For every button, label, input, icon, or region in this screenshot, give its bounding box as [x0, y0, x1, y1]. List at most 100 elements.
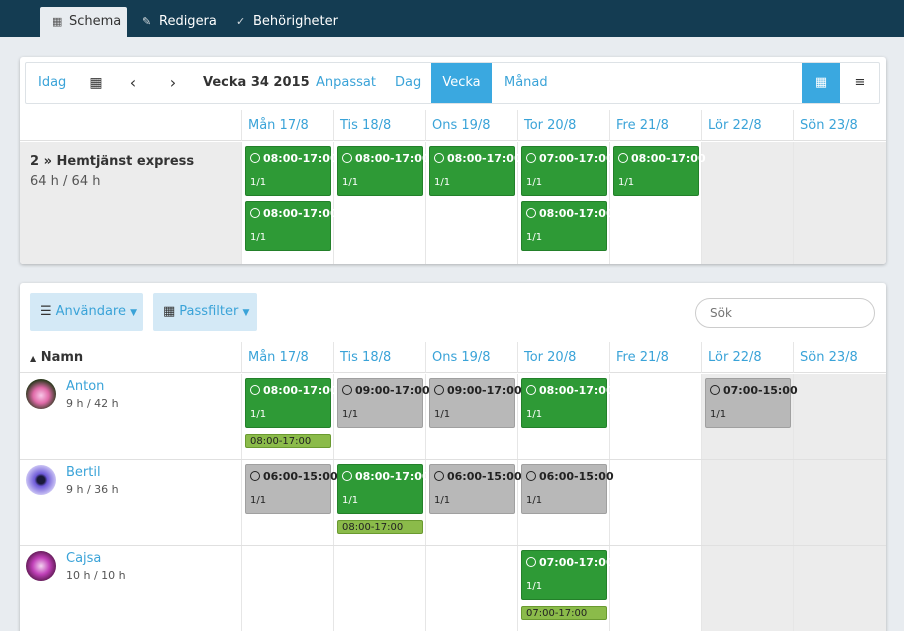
shift-card[interactable]: 06:00-15:00 1/1 [429, 464, 522, 514]
shift-time: 08:00-17:00 [434, 152, 522, 165]
grid-view-icon[interactable]: ▦ [802, 63, 840, 103]
shift-time: 09:00-17:00 [434, 384, 522, 397]
tab-behorigheter[interactable]: ✓ Behörigheter [224, 7, 344, 37]
shift-card[interactable]: 06:00-15:00 1/1 [245, 464, 338, 514]
group-row: 2 » Hemtjänst express 64 h / 64 h 08:00-… [20, 142, 886, 264]
day-header-row: Mån 17/8 Tis 18/8 Ons 19/8 Tor 20/8 Fre … [20, 110, 886, 141]
chevron-right-icon[interactable]: › [166, 63, 180, 103]
clock-icon [710, 385, 720, 395]
shift-time: 08:00-17:00 [526, 384, 614, 397]
shift-count: 1/1 [342, 177, 359, 188]
day-header: Tor 20/8 [517, 110, 609, 141]
users-filter-label: Användare [55, 304, 126, 319]
search-input[interactable] [695, 298, 875, 328]
assigned-shift-bar[interactable]: 08:00-17:00 [245, 434, 331, 448]
day-column [793, 374, 886, 631]
day-header: Tis 18/8 [333, 110, 425, 141]
week-label: Vecka 34 2015 [203, 75, 310, 90]
day-header: Tis 18/8 [333, 342, 425, 373]
shift-time: 08:00-17:00 [342, 152, 430, 165]
shift-filter-label: Passfilter [179, 304, 239, 319]
calendar-icon: ▦ [52, 15, 63, 28]
clock-icon [342, 385, 352, 395]
shift-count: 1/1 [250, 177, 267, 188]
shift-count: 1/1 [526, 581, 543, 592]
clock-icon [434, 385, 444, 395]
clock-icon [526, 153, 536, 163]
shift-time: 08:00-17:00 [250, 207, 338, 220]
shift-card[interactable]: 08:00-17:00 1/1 [337, 146, 430, 196]
calendar-toolbar: Idag ▦ ‹ › Vecka 34 2015 Anpassat Dag Ve… [25, 62, 880, 104]
shift-filter-button[interactable]: ▦ Passfilter ▼ [153, 293, 257, 331]
clock-icon [526, 208, 536, 218]
user-name[interactable]: Bertil [66, 465, 101, 480]
today-button[interactable]: Idag [38, 63, 66, 103]
shift-card[interactable]: 08:00-17:00 1/1 [245, 378, 338, 428]
shift-card[interactable]: 09:00-17:00 1/1 [337, 378, 430, 428]
assigned-shift-bar[interactable]: 07:00-17:00 [521, 606, 607, 620]
clock-icon [250, 471, 260, 481]
shift-time: 06:00-15:00 [526, 470, 614, 483]
shift-time: 09:00-17:00 [342, 384, 430, 397]
shift-count: 1/1 [342, 495, 359, 506]
view-vecka[interactable]: Vecka [431, 63, 492, 103]
shift-time: 08:00-17:00 [342, 470, 430, 483]
chevron-left-icon[interactable]: ‹ [126, 63, 140, 103]
shift-card[interactable]: 08:00-17:00 1/1 [337, 464, 430, 514]
shift-card[interactable]: 07:00-15:00 1/1 [705, 378, 798, 428]
avatar [26, 379, 56, 409]
shift-count: 1/1 [250, 495, 267, 506]
day-header: Lör 22/8 [701, 342, 793, 373]
shift-card[interactable]: 07:00-17:00 1/1 [521, 146, 614, 196]
group-schedule-panel: Idag ▦ ‹ › Vecka 34 2015 Anpassat Dag Ve… [20, 57, 886, 264]
clock-icon [250, 385, 260, 395]
shift-count: 1/1 [526, 177, 543, 188]
caret-down-icon: ▼ [242, 308, 250, 318]
users-filter-button[interactable]: ☰ Användare ▼ [30, 293, 143, 331]
caret-down-icon: ▼ [130, 308, 138, 318]
user-hours: 9 h / 36 h [66, 483, 119, 496]
clock-icon [618, 153, 628, 163]
assigned-shift-bar[interactable]: 08:00-17:00 [337, 520, 423, 534]
shift-card[interactable]: 06:00-15:00 1/1 [521, 464, 614, 514]
shift-card[interactable]: 08:00-17:00 1/1 [429, 146, 522, 196]
shift-count: 1/1 [526, 409, 543, 420]
shift-count: 1/1 [250, 409, 267, 420]
user-schedule-panel: ☰Användare ▼ ▦Passfilter ▼ ▲ Namn Mån 17… [20, 283, 886, 631]
tab-redigera[interactable]: ✎ Redigera [130, 7, 225, 37]
shift-time: 08:00-17:00 [618, 152, 706, 165]
day-header: Tor 20/8 [517, 342, 609, 373]
view-anpassat[interactable]: Anpassat [316, 63, 376, 103]
shift-card[interactable]: 08:00-17:00 1/1 [613, 146, 706, 196]
shift-count: 1/1 [434, 409, 451, 420]
clock-icon [342, 471, 352, 481]
shift-time: 07:00-17:00 [526, 556, 614, 569]
name-column-header[interactable]: ▲ Namn [20, 342, 241, 373]
shift-time: 08:00-17:00 [250, 384, 338, 397]
clock-icon [250, 153, 260, 163]
day-cell[interactable] [793, 142, 886, 264]
shift-time: 06:00-15:00 [434, 470, 522, 483]
clock-icon [526, 471, 536, 481]
clock-icon [434, 471, 444, 481]
shift-card[interactable]: 08:00-17:00 1/1 [245, 201, 338, 251]
shift-card[interactable]: 08:00-17:00 1/1 [245, 146, 338, 196]
user-name[interactable]: Cajsa [66, 551, 101, 566]
shift-card[interactable]: 08:00-17:00 1/1 [521, 378, 614, 428]
tab-schema[interactable]: ▦ Schema [40, 7, 127, 37]
top-navigation: ▦ Schema ✎ Redigera ✓ Behörigheter [0, 0, 904, 37]
shift-count: 1/1 [526, 232, 543, 243]
clock-icon [342, 153, 352, 163]
day-header: Ons 19/8 [425, 110, 517, 141]
sort-asc-icon: ▲ [30, 354, 37, 363]
user-hours: 10 h / 10 h [66, 569, 126, 582]
view-dag[interactable]: Dag [395, 63, 421, 103]
day-cell[interactable] [701, 142, 793, 264]
shift-card[interactable]: 08:00-17:00 1/1 [521, 201, 614, 251]
list-view-icon[interactable]: ≡ [841, 63, 879, 103]
view-manad[interactable]: Månad [504, 63, 548, 103]
shift-card[interactable]: 07:00-17:00 1/1 [521, 550, 614, 600]
shift-card[interactable]: 09:00-17:00 1/1 [429, 378, 522, 428]
calendar-picker-icon[interactable]: ▦ [88, 63, 104, 103]
user-name[interactable]: Anton [66, 379, 104, 394]
